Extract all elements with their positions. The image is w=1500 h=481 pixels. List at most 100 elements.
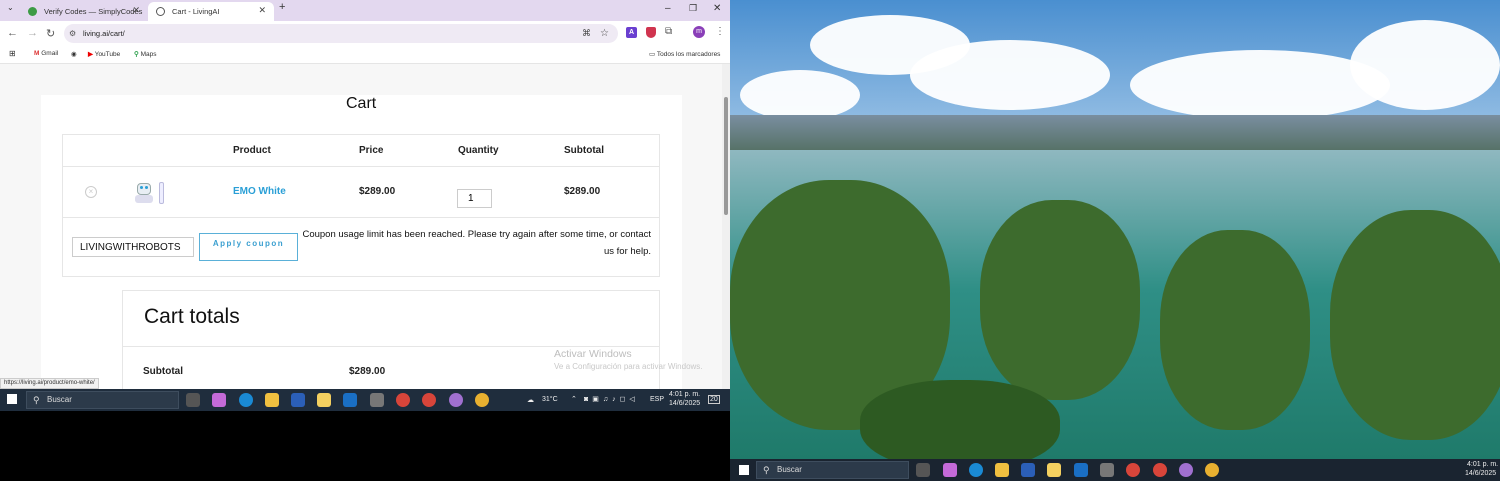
activation-watermark-title: Activar Windows: [554, 348, 632, 360]
bookmark-maps[interactable]: ⚲ Maps: [134, 50, 156, 58]
reload-icon[interactable]: ↻: [46, 27, 55, 40]
bookmark-youtube[interactable]: ▶ YouTube: [88, 50, 120, 58]
outlook-icon[interactable]: [343, 393, 357, 407]
bookmark-gmail[interactable]: M Gmail: [34, 50, 58, 57]
back-icon[interactable]: ←: [7, 27, 18, 39]
bookmarks-folder[interactable]: ▭ Todos los marcadores: [649, 50, 720, 58]
copilot-icon[interactable]: [943, 463, 957, 477]
store-icon[interactable]: [1047, 463, 1061, 477]
chrome-icon[interactable]: [1126, 463, 1140, 477]
coupon-input[interactable]: LIVINGWITHROBOTS: [72, 237, 194, 257]
weather-icon[interactable]: ☁: [527, 396, 534, 404]
remove-item-icon[interactable]: ×: [85, 186, 97, 198]
edge-icon[interactable]: [239, 393, 253, 407]
restore-icon[interactable]: ❐: [689, 3, 697, 14]
product-link[interactable]: EMO White: [233, 186, 286, 197]
taskbar: ⚲ Buscar ☁ 31°C ⌃ ◙▣♫♪◻◁ ESP 4:01 p. m. …: [0, 389, 730, 411]
wallpaper-island: [980, 200, 1140, 400]
close-window-icon[interactable]: ✕: [713, 3, 721, 14]
word-icon[interactable]: [291, 393, 305, 407]
bookmarks-bar: ⊞ M Gmail ◉ ▶ YouTube ⚲ Maps ▭ Todos los…: [0, 46, 730, 64]
activation-watermark-sub: Ve a Configuración para activar Windows.: [554, 362, 703, 371]
extension-shield-icon[interactable]: [646, 27, 656, 38]
calculator-icon[interactable]: [1100, 463, 1114, 477]
cart-totals-title: Cart totals: [144, 305, 240, 328]
tab-simplycodes[interactable]: Verify Codes — SimplyCodes ✕: [20, 2, 148, 21]
bookmark-label: Gmail: [41, 50, 59, 57]
close-tab-icon[interactable]: ✕: [132, 5, 140, 16]
clock-date[interactable]: 14/6/2025: [669, 400, 700, 407]
globe-icon[interactable]: ◉: [71, 50, 77, 58]
search-icon: ⚲: [33, 395, 40, 405]
tab-search-icon[interactable]: ⌄: [7, 3, 14, 12]
minimize-icon[interactable]: –: [665, 3, 671, 14]
site-info-icon[interactable]: ⚙: [69, 24, 76, 43]
tab-strip: ⌄ Verify Codes — SimplyCodes ✕ Cart - Li…: [0, 0, 730, 21]
notifications-badge[interactable]: 20: [708, 395, 720, 404]
simplycodes-favicon: [28, 7, 37, 16]
chrome-icon[interactable]: [396, 393, 410, 407]
livingai-favicon: [156, 7, 165, 16]
search-placeholder: Buscar: [47, 395, 72, 404]
clock-time[interactable]: 4:01 p. m.: [669, 391, 700, 398]
translate-icon[interactable]: ⌘: [582, 24, 591, 43]
coupon-error-message: Coupon usage limit has been reached. Ple…: [302, 229, 651, 257]
tray-icons[interactable]: ◙▣♫♪◻◁: [584, 395, 639, 403]
taskbar-search[interactable]: ⚲ Buscar: [26, 391, 179, 409]
clock-time[interactable]: 4:01 p. m.: [1467, 461, 1498, 468]
divider: [62, 166, 660, 167]
outlook-icon[interactable]: [1074, 463, 1088, 477]
extension-a-icon[interactable]: A: [626, 27, 637, 38]
scrollbar-thumb[interactable]: [724, 97, 728, 215]
chrome-icon[interactable]: [449, 393, 463, 407]
forward-icon[interactable]: →: [27, 27, 38, 39]
file-explorer-icon[interactable]: [995, 463, 1009, 477]
item-price: $289.00: [359, 186, 396, 197]
desktop-wallpaper: ⚲ Buscar 4:01 p. m. 14/6/2025: [730, 0, 1500, 481]
header-subtotal: Subtotal: [564, 145, 604, 156]
close-tab-icon[interactable]: ✕: [258, 5, 266, 16]
task-view-icon[interactable]: [186, 393, 200, 407]
taskbar-secondary: ⚲ Buscar 4:01 p. m. 14/6/2025: [730, 459, 1500, 481]
wallpaper-cloud: [910, 40, 1110, 110]
apps-icon[interactable]: ⊞: [9, 49, 16, 58]
file-explorer-icon[interactable]: [265, 393, 279, 407]
wallpaper-cloud: [740, 70, 860, 120]
scrollbar[interactable]: [722, 64, 730, 389]
tray-overflow-icon[interactable]: ⌃: [571, 395, 577, 403]
chrome-icon[interactable]: [422, 393, 436, 407]
totals-subtotal-label: Subtotal: [143, 366, 183, 377]
extensions-icon[interactable]: ⧉: [665, 26, 672, 37]
store-icon[interactable]: [317, 393, 331, 407]
menu-icon[interactable]: ⋮: [715, 26, 725, 37]
quantity-input[interactable]: 1: [457, 189, 492, 208]
header-quantity: Quantity: [458, 145, 499, 156]
apply-coupon-button[interactable]: Apply coupon: [199, 233, 298, 261]
weather-temp[interactable]: 31°C: [542, 396, 558, 403]
wallpaper-island: [1160, 230, 1310, 430]
chrome-icon[interactable]: [1179, 463, 1193, 477]
windows-start-icon[interactable]: [7, 394, 17, 404]
edge-icon[interactable]: [969, 463, 983, 477]
language-indicator[interactable]: ESP: [650, 396, 664, 403]
copilot-icon[interactable]: [212, 393, 226, 407]
taskbar-search[interactable]: ⚲ Buscar: [756, 461, 909, 479]
wallpaper-island: [1330, 210, 1500, 440]
profile-avatar[interactable]: m: [693, 26, 705, 38]
chrome-icon[interactable]: [1205, 463, 1219, 477]
search-placeholder: Buscar: [777, 465, 802, 474]
clock-date[interactable]: 14/6/2025: [1465, 470, 1496, 477]
word-icon[interactable]: [1021, 463, 1035, 477]
chrome-icon[interactable]: [475, 393, 489, 407]
task-view-icon[interactable]: [916, 463, 930, 477]
bookmark-star-icon[interactable]: ☆: [600, 24, 609, 43]
tab-cart[interactable]: Cart - LivingAI ✕: [148, 2, 274, 21]
chrome-icon[interactable]: [1153, 463, 1167, 477]
windows-start-icon[interactable]: [739, 465, 749, 475]
omnibox[interactable]: ⚙ living.ai/cart/ ⌘ ☆: [64, 24, 618, 43]
new-tab-icon[interactable]: +: [279, 1, 285, 13]
product-thumbnail[interactable]: [133, 180, 167, 206]
bookmark-label: YouTube: [94, 51, 121, 58]
bookmark-label: Maps: [140, 51, 157, 58]
calculator-icon[interactable]: [370, 393, 384, 407]
